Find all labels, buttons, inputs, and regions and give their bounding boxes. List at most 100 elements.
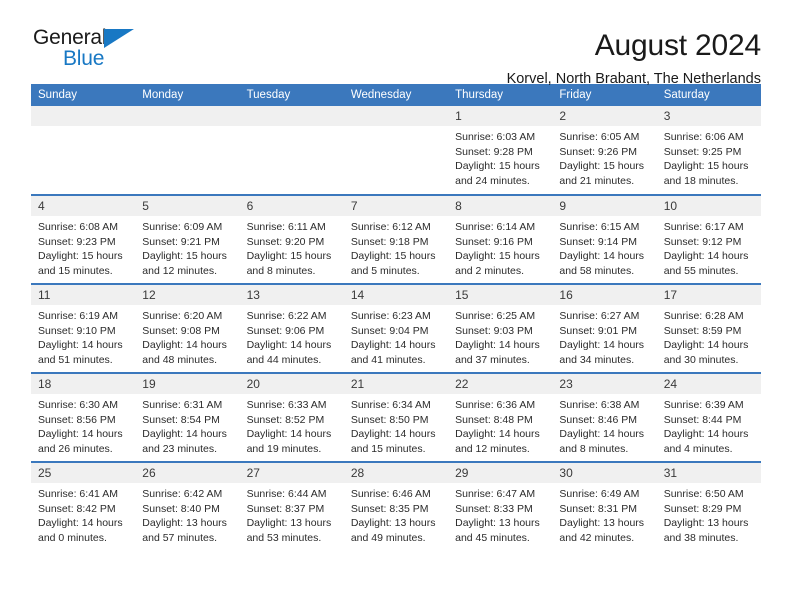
daylight-duration-line2: and 23 minutes. [142, 442, 217, 455]
sunset-time: Sunset: 8:40 PM [142, 502, 220, 515]
calendar-day-cell[interactable]: 28 Sunrise: 6:46 AM Sunset: 8:35 PM Dayligh… [343, 461, 449, 551]
sunrise-time: Sunrise: 6:30 AM [38, 399, 118, 411]
calendar-day-cell[interactable]: 2 Sunrise: 6:05 AM Sunset: 9:26 PM Daylight… [552, 106, 657, 195]
sunset-time: Sunset: 8:54 PM [142, 413, 220, 426]
daylight-duration-line1: Daylight: 14 hours [663, 250, 749, 263]
daylight-duration-line1: Daylight: 13 hours [663, 517, 749, 530]
day-number: 26 [135, 463, 240, 483]
calendar-day-cell[interactable]: 31 Sunrise: 6:50 AM Sunset: 8:29 PM Dayligh… [656, 461, 761, 551]
daylight-duration-line1: Daylight: 15 hours [142, 250, 227, 263]
calendar-day-cell[interactable]: 7 Sunrise: 6:12 AM Sunset: 9:18 PM Daylight… [343, 194, 449, 284]
calendar-day-cell[interactable]: 8 Sunrise: 6:14 AM Sunset: 9:16 PM Daylight… [448, 194, 553, 284]
day-sun-info: Sunrise: 6:31 AM Sunset: 8:54 PM Daylight:… [135, 394, 239, 456]
calendar-day-cell[interactable]: 13 Sunrise: 6:22 AM Sunset: 9:06 PM Dayligh… [239, 283, 344, 373]
calendar-day-cell[interactable]: 26 Sunrise: 6:42 AM Sunset: 8:40 PM Dayligh… [135, 461, 240, 551]
sunset-time: Sunset: 9:04 PM [350, 324, 429, 337]
sunrise-time: Sunrise: 6:22 AM [246, 310, 327, 322]
sunset-time: Sunset: 9:21 PM [142, 235, 220, 248]
calendar-day-cell[interactable]: 11 Sunrise: 6:19 AM Sunset: 9:10 PM Dayligh… [31, 283, 136, 373]
day-sun-info: Sunrise: 6:25 AM Sunset: 9:03 PM Daylight:… [448, 305, 552, 367]
day-sun-info: Sunrise: 6:05 AM Sunset: 9:26 PM Daylight:… [552, 126, 656, 188]
sunrise-time: Sunrise: 6:36 AM [455, 399, 536, 411]
sunrise-time: Sunrise: 6:15 AM [559, 221, 640, 233]
day-sun-info: Sunrise: 6:15 AM Sunset: 9:14 PM Daylight:… [552, 216, 656, 278]
calendar-day-cell[interactable]: 10 Sunrise: 6:17 AM Sunset: 9:12 PM Dayligh… [656, 194, 761, 284]
daylight-duration-line2: and 24 minutes. [455, 174, 530, 187]
daylight-duration-line2: and 21 minutes. [559, 174, 635, 187]
sunset-time: Sunset: 8:29 PM [663, 502, 742, 515]
sunset-time: Sunset: 8:52 PM [246, 413, 325, 426]
day-sun-info: Sunrise: 6:50 AM Sunset: 8:29 PM Daylight:… [657, 483, 761, 545]
calendar-day-cell[interactable]: 4 Sunrise: 6:08 AM Sunset: 9:23 PM Daylight… [31, 194, 136, 284]
calendar-day-cell[interactable]: 19 Sunrise: 6:31 AM Sunset: 8:54 PM Dayligh… [135, 372, 240, 462]
calendar-day-cell-empty [239, 106, 344, 195]
day-number [135, 106, 240, 126]
daylight-duration-line2: and 41 minutes. [350, 353, 426, 366]
brand-logo[interactable]: General Blue [31, 26, 171, 74]
day-number: 27 [239, 463, 344, 483]
sunrise-sunset-calendar: Sunday Monday Tuesday Wednesday Thursday… [31, 84, 761, 551]
calendar-day-cell[interactable]: 14 Sunrise: 6:23 AM Sunset: 9:04 PM Dayligh… [343, 283, 449, 373]
sunset-time: Sunset: 8:44 PM [663, 413, 742, 426]
day-sun-info: Sunrise: 6:39 AM Sunset: 8:44 PM Daylight:… [657, 394, 761, 456]
page-title: August 2024 [594, 29, 761, 62]
sunset-time: Sunset: 9:01 PM [559, 324, 638, 337]
sunset-time: Sunset: 9:06 PM [246, 324, 325, 337]
daylight-duration-line2: and 51 minutes. [38, 353, 113, 366]
calendar-day-cell[interactable]: 12 Sunrise: 6:20 AM Sunset: 9:08 PM Dayligh… [135, 283, 240, 373]
calendar-day-cell[interactable]: 16 Sunrise: 6:27 AM Sunset: 9:01 PM Dayligh… [552, 283, 657, 373]
sunrise-time: Sunrise: 6:20 AM [142, 310, 223, 322]
sunset-time: Sunset: 8:33 PM [455, 502, 533, 515]
sunrise-time: Sunrise: 6:39 AM [663, 399, 744, 411]
sunrise-time: Sunrise: 6:14 AM [455, 221, 536, 233]
calendar-day-cell[interactable]: 21 Sunrise: 6:34 AM Sunset: 8:50 PM Dayligh… [343, 372, 449, 462]
daylight-duration-line1: Daylight: 14 hours [663, 428, 749, 441]
day-sun-info: Sunrise: 6:09 AM Sunset: 9:21 PM Daylight:… [135, 216, 239, 278]
calendar-day-cell[interactable]: 18 Sunrise: 6:30 AM Sunset: 8:56 PM Dayligh… [31, 372, 136, 462]
day-number: 4 [31, 196, 136, 216]
day-sun-info: Sunrise: 6:44 AM Sunset: 8:37 PM Daylight:… [240, 483, 344, 545]
calendar-day-cell[interactable]: 24 Sunrise: 6:39 AM Sunset: 8:44 PM Dayligh… [656, 372, 761, 462]
day-sun-info: Sunrise: 6:17 AM Sunset: 9:12 PM Daylight:… [657, 216, 761, 278]
sunrise-time: Sunrise: 6:49 AM [559, 488, 640, 500]
day-sun-info: Sunrise: 6:38 AM Sunset: 8:46 PM Daylight:… [552, 394, 656, 456]
daylight-duration-line2: and 55 minutes. [663, 264, 739, 277]
daylight-duration-line1: Daylight: 13 hours [142, 517, 227, 530]
calendar-day-cell[interactable]: 3 Sunrise: 6:06 AM Sunset: 9:25 PM Daylight… [656, 106, 761, 195]
daylight-duration-line1: Daylight: 15 hours [455, 160, 540, 173]
calendar-day-cell[interactable]: 1 Sunrise: 6:03 AM Sunset: 9:28 PM Daylight… [448, 106, 553, 195]
triangle-flag-icon [104, 29, 134, 48]
sunrise-time: Sunrise: 6:47 AM [455, 488, 536, 500]
sunrise-time: Sunrise: 6:33 AM [246, 399, 327, 411]
weekday-header-wednesday: Wednesday [343, 84, 449, 106]
calendar-day-cell[interactable]: 22 Sunrise: 6:36 AM Sunset: 8:48 PM Dayligh… [448, 372, 553, 462]
sunrise-time: Sunrise: 6:03 AM [455, 131, 536, 143]
day-number: 21 [343, 374, 449, 394]
calendar-day-cell[interactable]: 27 Sunrise: 6:44 AM Sunset: 8:37 PM Dayligh… [239, 461, 344, 551]
sunset-time: Sunset: 9:25 PM [663, 145, 742, 158]
calendar-day-cell[interactable]: 5 Sunrise: 6:09 AM Sunset: 9:21 PM Daylight… [135, 194, 240, 284]
calendar-day-cell[interactable]: 9 Sunrise: 6:15 AM Sunset: 9:14 PM Daylight… [552, 194, 657, 284]
calendar-day-cell[interactable]: 20 Sunrise: 6:33 AM Sunset: 8:52 PM Dayligh… [239, 372, 344, 462]
calendar-week-row: 18 Sunrise: 6:30 AM Sunset: 8:56 PM Dayligh… [31, 372, 761, 462]
sunset-time: Sunset: 9:12 PM [663, 235, 742, 248]
daylight-duration-line2: and 37 minutes. [455, 353, 530, 366]
calendar-day-cell[interactable]: 25 Sunrise: 6:41 AM Sunset: 8:42 PM Dayligh… [31, 461, 136, 551]
brand-name-blue: Blue [63, 47, 105, 70]
day-number: 25 [31, 463, 136, 483]
calendar-day-cell[interactable]: 29 Sunrise: 6:47 AM Sunset: 8:33 PM Dayligh… [448, 461, 553, 551]
calendar-day-cell[interactable]: 17 Sunrise: 6:28 AM Sunset: 8:59 PM Dayligh… [656, 283, 761, 373]
daylight-duration-line1: Daylight: 14 hours [246, 339, 332, 352]
sunset-time: Sunset: 9:28 PM [455, 145, 533, 158]
sunset-time: Sunset: 8:56 PM [38, 413, 116, 426]
calendar-day-cell[interactable]: 15 Sunrise: 6:25 AM Sunset: 9:03 PM Dayligh… [448, 283, 553, 373]
weekday-header-tuesday: Tuesday [239, 84, 344, 106]
calendar-day-cell[interactable]: 30 Sunrise: 6:49 AM Sunset: 8:31 PM Dayligh… [552, 461, 657, 551]
calendar-day-cell[interactable]: 6 Sunrise: 6:11 AM Sunset: 9:20 PM Daylight… [239, 194, 344, 284]
day-number: 17 [656, 285, 761, 305]
calendar-day-cell[interactable]: 23 Sunrise: 6:38 AM Sunset: 8:46 PM Dayligh… [552, 372, 657, 462]
sunrise-time: Sunrise: 6:25 AM [455, 310, 536, 322]
sunrise-time: Sunrise: 6:41 AM [38, 488, 118, 500]
weekday-header-monday: Monday [135, 84, 240, 106]
day-number [239, 106, 344, 126]
